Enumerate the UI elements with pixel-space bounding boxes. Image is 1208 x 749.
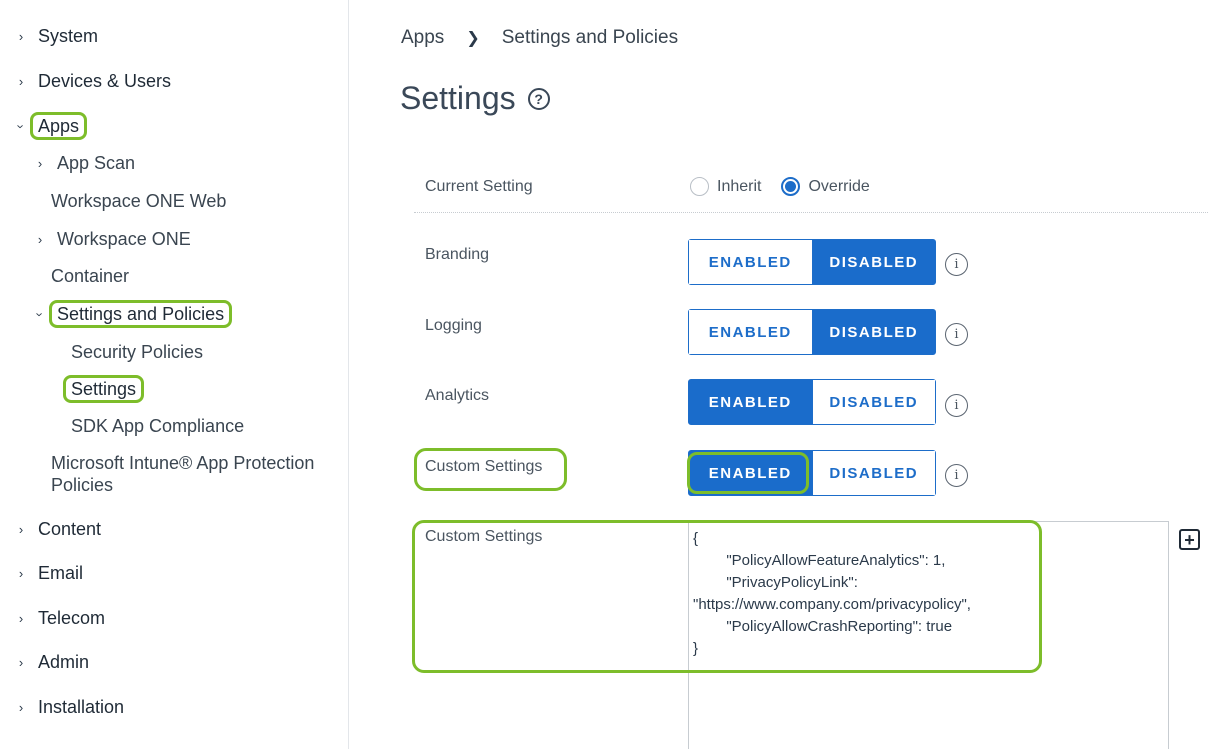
sidebar-item-label: SDK App Compliance: [71, 416, 245, 436]
sidebar: › System › Devices & Users › Apps › App …: [0, 0, 349, 749]
page-title: Settings ?: [400, 80, 550, 117]
sidebar-item-label: Telecom: [38, 608, 106, 628]
sidebar-item-label: Settings and Policies: [49, 300, 233, 328]
sidebar-item-label: Email: [38, 563, 84, 583]
breadcrumb-current: Settings and Policies: [501, 27, 679, 48]
sidebar-item-label: System: [38, 26, 99, 46]
logging-label: Logging: [425, 317, 482, 334]
chevron-right-icon: ›: [18, 610, 24, 626]
sidebar-item-app-scan[interactable]: › App Scan: [33, 152, 135, 174]
chevron-right-icon: ❯: [466, 30, 480, 47]
help-icon[interactable]: ?: [527, 87, 550, 110]
sidebar-item-label: Settings: [63, 375, 145, 403]
chevron-right-icon: ›: [18, 28, 24, 44]
custom-settings-highlight: [412, 520, 1042, 673]
current-setting-label: Current Setting: [425, 178, 533, 195]
divider: [414, 212, 1208, 213]
logging-toggle: ENABLED DISABLED: [688, 309, 936, 355]
current-setting-radio-group: Inherit Override: [690, 177, 890, 196]
sidebar-item-label: Workspace ONE: [57, 229, 191, 249]
logging-disabled-button[interactable]: DISABLED: [811, 310, 935, 354]
info-icon[interactable]: i: [945, 394, 968, 417]
inherit-radio-label: Inherit: [717, 177, 762, 195]
branding-disabled-button[interactable]: DISABLED: [811, 240, 935, 284]
info-icon[interactable]: i: [945, 464, 968, 487]
inherit-radio[interactable]: [690, 177, 709, 196]
add-icon[interactable]: +: [1179, 529, 1200, 550]
sidebar-item-settings-and-policies[interactable]: › Settings and Policies: [32, 300, 233, 328]
sidebar-item-security-policies[interactable]: Security Policies: [71, 341, 203, 363]
sidebar-item-label: Devices & Users: [38, 71, 172, 91]
analytics-disabled-button[interactable]: DISABLED: [811, 380, 935, 424]
chevron-down-icon: ›: [13, 123, 29, 129]
logging-enabled-button[interactable]: ENABLED: [689, 310, 812, 354]
sidebar-item-label: Apps: [30, 112, 88, 140]
chevron-right-icon: ›: [37, 155, 43, 171]
override-radio[interactable]: [781, 177, 801, 196]
sidebar-item-label: Microsoft Intune® App Protection Policie…: [51, 453, 315, 495]
chevron-right-icon: ›: [18, 521, 24, 537]
info-icon[interactable]: i: [945, 323, 968, 346]
sidebar-item-label: App Scan: [57, 153, 136, 173]
override-radio-label: Override: [808, 177, 870, 195]
custom-settings-toggle-label: Custom Settings: [425, 458, 543, 475]
chevron-right-icon: ›: [18, 565, 24, 581]
analytics-label: Analytics: [425, 387, 490, 404]
breadcrumb-apps-link[interactable]: Apps: [401, 27, 444, 49]
sidebar-item-intune-app-protection[interactable]: Microsoft Intune® App Protection Policie…: [51, 452, 331, 496]
sidebar-item-devices-users[interactable]: › Devices & Users: [14, 70, 171, 92]
page-title-text: Settings: [400, 80, 516, 116]
sidebar-item-system[interactable]: › System: [14, 25, 98, 47]
sidebar-item-workspace-one[interactable]: › Workspace ONE: [33, 228, 191, 250]
sidebar-item-content[interactable]: › Content: [14, 518, 101, 540]
branding-enabled-button[interactable]: ENABLED: [689, 240, 812, 284]
sidebar-item-admin[interactable]: › Admin: [14, 651, 89, 673]
sidebar-item-container[interactable]: Container: [51, 265, 129, 287]
chevron-right-icon: ›: [18, 654, 24, 670]
branding-label: Branding: [425, 246, 490, 263]
sidebar-item-label: Workspace ONE Web: [51, 191, 227, 211]
analytics-toggle: ENABLED DISABLED: [688, 379, 936, 425]
sidebar-item-label: Content: [38, 519, 102, 539]
main-content: Apps ❯ Settings and Policies Settings ? …: [350, 0, 1208, 749]
sidebar-item-label: Container: [51, 266, 130, 286]
sidebar-item-sdk-app-compliance[interactable]: SDK App Compliance: [71, 415, 244, 437]
custom-settings-disabled-button[interactable]: DISABLED: [811, 451, 935, 495]
sidebar-item-label: Installation: [38, 697, 125, 717]
chevron-right-icon: ›: [18, 73, 24, 89]
sidebar-item-email[interactable]: › Email: [14, 562, 83, 584]
sidebar-item-label: Admin: [38, 652, 90, 672]
enabled-button-highlight: [687, 452, 809, 494]
chevron-right-icon: ›: [37, 231, 43, 247]
sidebar-item-installation[interactable]: › Installation: [14, 696, 124, 718]
sidebar-item-telecom[interactable]: › Telecom: [14, 607, 105, 629]
sidebar-item-label: Security Policies: [71, 342, 204, 362]
analytics-enabled-button[interactable]: ENABLED: [689, 380, 812, 424]
chevron-down-icon: ›: [32, 311, 48, 317]
sidebar-item-apps[interactable]: › Apps: [13, 112, 88, 140]
breadcrumb: Apps ❯ Settings and Policies: [401, 27, 678, 49]
chevron-right-icon: ›: [18, 699, 24, 715]
sidebar-item-settings[interactable]: Settings: [63, 375, 145, 403]
info-icon[interactable]: i: [945, 253, 968, 276]
sidebar-item-workspace-one-web[interactable]: Workspace ONE Web: [51, 190, 226, 212]
branding-toggle: ENABLED DISABLED: [688, 239, 936, 285]
